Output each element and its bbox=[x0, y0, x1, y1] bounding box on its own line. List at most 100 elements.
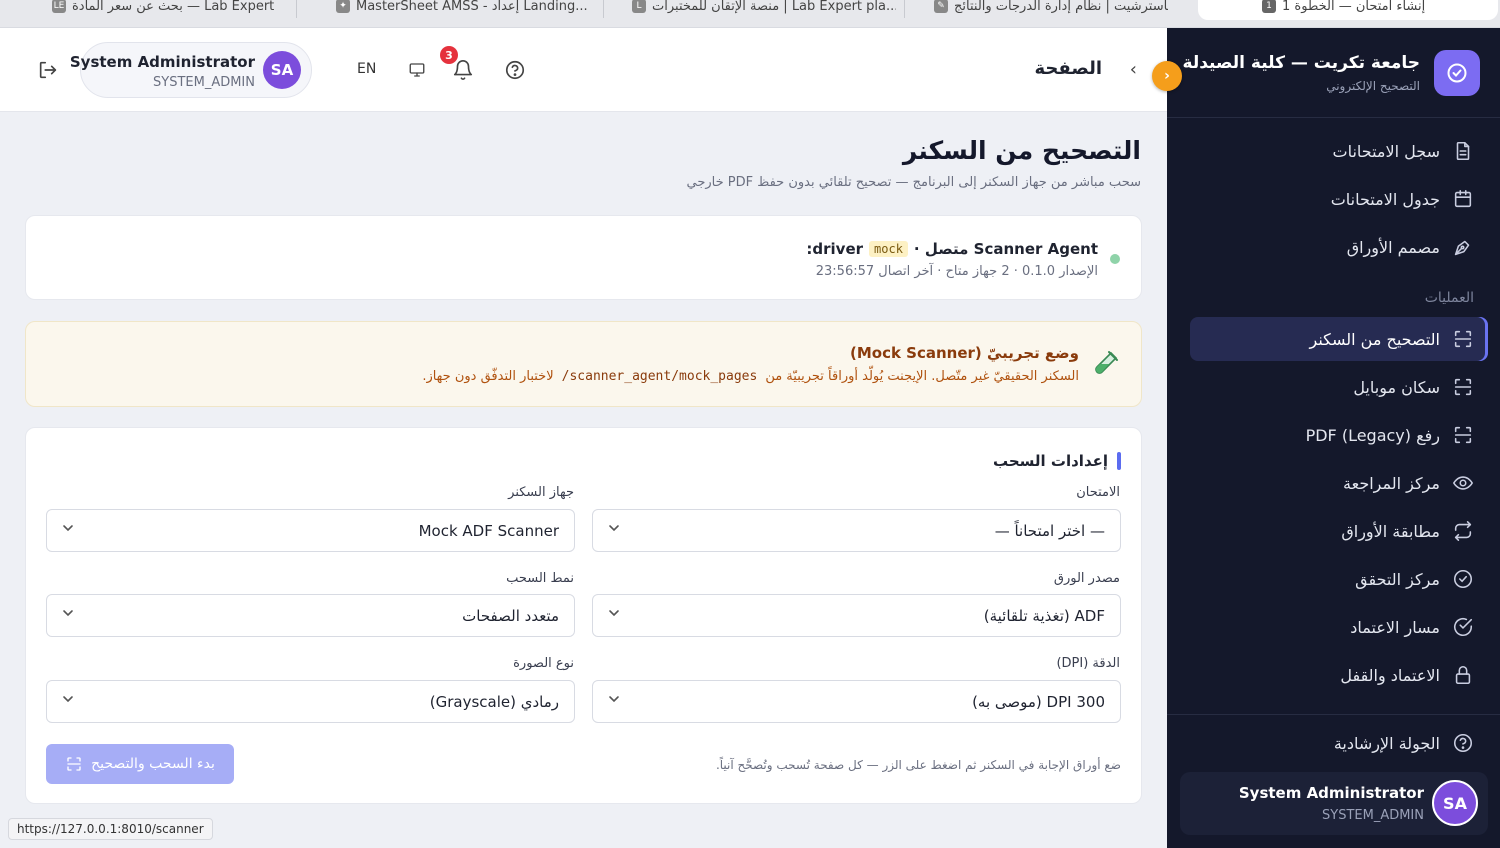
browser-tab-5-active[interactable]: 1 إنشاء امتحان — الخطوة 1 bbox=[1198, 0, 1498, 20]
chevron-left-icon[interactable]: ‹ bbox=[1130, 59, 1137, 80]
dpi-value: 300 DPI (موصى به) bbox=[972, 693, 1105, 711]
sidebar-item-label: الاعتماد والقفل bbox=[1340, 665, 1440, 685]
mock-path: /scanner_agent/mock_pages bbox=[561, 369, 758, 384]
main-content: التصحيح من السكنر سحب مباشر من جهاز السك… bbox=[0, 112, 1167, 848]
check-circle-icon bbox=[1453, 618, 1473, 636]
help-icon bbox=[1453, 733, 1473, 753]
calendar-icon bbox=[1454, 189, 1472, 208]
sidebar-item-sheet-designer[interactable]: مصمم الأوراق bbox=[1190, 225, 1488, 269]
sidebar-item-label: سجل الامتحانات bbox=[1332, 141, 1441, 161]
sidebar-item-scanner-grading[interactable]: التصحيح من السكنر bbox=[1190, 317, 1488, 361]
sidebar-item-label: مطابقة الأوراق bbox=[1341, 521, 1440, 541]
monitor-icon[interactable] bbox=[408, 61, 426, 79]
color-value: رمادي (Grayscale) bbox=[429, 693, 559, 711]
color-label: نوع الصورة bbox=[513, 656, 574, 671]
top-header: SA System Administrator SYSTEM_ADMIN EN … bbox=[0, 28, 1167, 112]
brand-subtitle: التصحيح الإلكتروني bbox=[1326, 79, 1420, 93]
sidebar-item-approval-lock[interactable]: الاعتماد والقفل bbox=[1190, 653, 1488, 697]
status-bar-url: https://127.0.0.1:8010/scanner bbox=[8, 818, 213, 840]
browser-tab-2[interactable]: ✦ MasterSheet AMSS - إعداد Landing... bbox=[330, 0, 590, 20]
tab-favicon-icon: L bbox=[632, 0, 646, 13]
status-dot-icon bbox=[1110, 254, 1120, 264]
sidebar-item-guided-tour[interactable]: الجولة الإرشادية bbox=[1190, 721, 1488, 765]
page-subtitle: سحب مباشر من جهاز السكنر إلى البرنامج — … bbox=[686, 175, 1141, 190]
sidebar: جامعة تكريت — كلية الصيدلة التصحيح الإلك… bbox=[1167, 28, 1500, 848]
start-scan-label: بدء السحب والتصحيح bbox=[91, 756, 215, 772]
mock-desc-before: السكنر الحقيقيّ غير متّصل. الإيجنت يُولّ… bbox=[765, 369, 1079, 384]
source-select[interactable]: ADF (تغذية تلقائية) bbox=[592, 594, 1121, 637]
eye-icon bbox=[1452, 476, 1474, 490]
agent-status-card: Scanner Agent متصل · mock driver: الإصدا… bbox=[25, 215, 1142, 300]
sidebar-item-label: رفع PDF (Legacy) bbox=[1305, 425, 1440, 445]
scan-hint: ضع أوراق الإجابة في السكنر ثم اضغط على ا… bbox=[715, 758, 1121, 772]
sidebar-item-verification-center[interactable]: مركز التحقق bbox=[1190, 557, 1488, 601]
notification-badge: 3 bbox=[440, 46, 458, 64]
exam-select[interactable]: — اختر امتحاناً — bbox=[592, 509, 1121, 552]
document-icon bbox=[1456, 141, 1470, 161]
page-title-crumb: الصفحة bbox=[1034, 58, 1102, 79]
sidebar-user-card[interactable]: SA System Administrator SYSTEM_ADMIN bbox=[1180, 772, 1488, 835]
sidebar-item-review-center[interactable]: مركز المراجعة bbox=[1190, 461, 1488, 505]
sidebar-user-name: System Administrator bbox=[1238, 784, 1424, 802]
source-label: مصدر الورق bbox=[1053, 571, 1120, 586]
browser-tab-3[interactable]: L منصة الإتقان للمختبرات | Lab Expert pl… bbox=[626, 0, 896, 20]
avatar: SA bbox=[1432, 780, 1478, 826]
logout-icon[interactable] bbox=[36, 58, 60, 82]
agent-status-line: Scanner Agent متصل · mock driver: bbox=[806, 240, 1098, 258]
header-user-role: SYSTEM_ADMIN bbox=[153, 75, 255, 90]
help-icon[interactable] bbox=[503, 58, 527, 82]
mock-title: وضع تجريبيّ (Mock Scanner) bbox=[849, 344, 1079, 362]
browser-tab-4[interactable]: ✎ ماسترشيت | نظام إدارة الدرجات والنتائج bbox=[928, 0, 1168, 20]
sidebar-item-pdf-upload[interactable]: رفع PDF (Legacy) bbox=[1190, 413, 1488, 457]
sidebar-item-approval-path[interactable]: مسار الاعتماد bbox=[1190, 605, 1488, 649]
dpi-label: الدقة (DPI) bbox=[1056, 656, 1120, 671]
agent-title: Scanner Agent متصل · bbox=[913, 240, 1098, 258]
tab-title: إنشاء امتحان — الخطوة 1 bbox=[1282, 0, 1426, 14]
scan-icon bbox=[1454, 426, 1472, 444]
tab-favicon-icon: ✦ bbox=[336, 0, 350, 13]
color-select[interactable]: رمادي (Grayscale) bbox=[46, 680, 575, 723]
sidebar-item-sheet-matching[interactable]: مطابقة الأوراق bbox=[1190, 509, 1488, 553]
tab-favicon-icon: 1 bbox=[1262, 0, 1276, 13]
language-toggle[interactable]: EN bbox=[357, 61, 376, 77]
mode-label: نمط السحب bbox=[506, 571, 574, 586]
scan-icon bbox=[1454, 378, 1472, 396]
header-user-name: System Administrator bbox=[69, 53, 255, 71]
scanner-select[interactable]: Mock ADF Scanner bbox=[46, 509, 575, 552]
start-scan-button[interactable]: بدء السحب والتصحيح bbox=[46, 744, 234, 784]
sidebar-item-exam-schedule[interactable]: جدول الامتحانات bbox=[1190, 177, 1488, 221]
source-value: ADF (تغذية تلقائية) bbox=[983, 607, 1105, 625]
test-tube-icon bbox=[1091, 350, 1119, 378]
sidebar-item-mobile-scan[interactable]: سكان موبايل bbox=[1190, 365, 1488, 409]
driver-label: driver: bbox=[806, 240, 864, 258]
section-accent-bar bbox=[1117, 452, 1121, 470]
header-user-pill[interactable]: SA System Administrator SYSTEM_ADMIN bbox=[70, 42, 312, 98]
mode-select[interactable]: متعدد الصفحات bbox=[46, 594, 575, 637]
chevron-down-icon bbox=[609, 696, 619, 703]
divider bbox=[1167, 117, 1500, 118]
scan-icon bbox=[67, 757, 81, 771]
lock-icon bbox=[1455, 665, 1471, 685]
tab-favicon-icon: ✎ bbox=[934, 0, 948, 13]
scan-settings-card: إعدادات السحب الامتحان — اختر امتحاناً —… bbox=[25, 427, 1142, 804]
tab-title: بحث عن سعر المادة — Lab Expert bbox=[72, 0, 275, 14]
mock-description: السكنر الحقيقيّ غير متّصل. الإيجنت يُولّ… bbox=[422, 369, 1079, 384]
exam-label: الامتحان bbox=[1076, 485, 1120, 500]
section-label-operations: العمليات bbox=[1424, 290, 1474, 306]
tab-title: ماسترشيت | نظام إدارة الدرجات والنتائج bbox=[954, 0, 1168, 14]
sidebar-item-label: جدول الامتحانات bbox=[1330, 189, 1440, 209]
agent-meta: الإصدار 0.1.0 · 2 جهاز متاح · آخر اتصال … bbox=[815, 264, 1098, 279]
chevron-down-icon bbox=[609, 610, 619, 617]
tab-title: MasterSheet AMSS - إعداد Landing... bbox=[356, 0, 588, 14]
sidebar-collapse-chevron-icon[interactable]: › bbox=[1152, 61, 1182, 91]
check-badge-icon bbox=[1434, 50, 1480, 96]
brand: جامعة تكريت — كلية الصيدلة التصحيح الإلك… bbox=[1183, 50, 1480, 100]
page-title: التصحيح من السكنر bbox=[902, 136, 1141, 165]
mock-scanner-notice: وضع تجريبيّ (Mock Scanner) السكنر الحقيق… bbox=[25, 321, 1142, 407]
dpi-select[interactable]: 300 DPI (موصى به) bbox=[592, 680, 1121, 723]
scanner-value: Mock ADF Scanner bbox=[418, 522, 559, 540]
sidebar-item-label: سكان موبايل bbox=[1353, 377, 1440, 397]
browser-tab-1[interactable]: LE بحث عن سعر المادة — Lab Expert bbox=[46, 0, 276, 20]
sidebar-item-exam-log[interactable]: سجل الامتحانات bbox=[1190, 129, 1488, 173]
chevron-down-icon bbox=[63, 610, 73, 617]
